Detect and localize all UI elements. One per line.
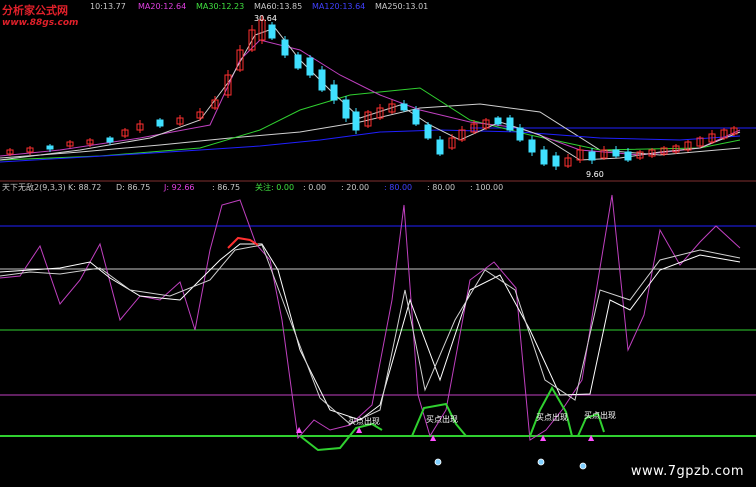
candle-body	[330, 84, 338, 101]
candle-body	[400, 103, 408, 111]
indicator-item-1: D: 86.75	[116, 183, 151, 192]
candle-body	[506, 117, 514, 131]
up-arrow-icon: ▲	[430, 433, 437, 442]
candle-body	[552, 155, 560, 167]
site-logo: 分析家公式网 www.88gs.com	[2, 2, 78, 28]
candle-body	[106, 137, 114, 143]
candle-body	[342, 99, 350, 119]
high-price-label: 30.64	[254, 14, 277, 23]
candle-body	[528, 139, 536, 153]
ma-item-1: MA20:12.64	[138, 2, 187, 11]
indicator-item-2: J: 92.66	[164, 183, 195, 192]
up-arrow-icon: ▲	[588, 433, 595, 442]
dot-marker-icon	[434, 458, 442, 466]
up-arrow-icon: ▲	[540, 433, 547, 442]
up-arrow-icon: ▲	[356, 425, 363, 434]
ma-item-3: MA60:13.85	[254, 2, 303, 11]
indicator-item-5: : 0.00	[303, 183, 327, 192]
up-arrow-icon: ▲	[296, 425, 303, 434]
indicator-item-0: K: 88.72	[68, 183, 102, 192]
indicator-item-6: : 20.00	[341, 183, 370, 192]
candle-body	[268, 24, 276, 39]
d-line	[0, 243, 741, 421]
ma-item-2: MA30:12.23	[196, 2, 245, 11]
indicator-item-4: 关注: 0.00	[255, 183, 295, 192]
logo-url: www.88gs.com	[2, 18, 79, 28]
dot-marker-icon	[537, 458, 545, 466]
j-line	[0, 194, 741, 441]
dot-marker-icon	[579, 462, 587, 470]
indicator-item-9: : 100.00	[470, 183, 504, 192]
logo-title: 分析家公式网	[2, 4, 68, 17]
signal-label-2: 买点出现	[426, 414, 458, 424]
candle-body	[352, 111, 360, 131]
candle-body	[306, 57, 314, 76]
candle-body	[624, 151, 632, 161]
ma-item-4: MA120:13.64	[312, 2, 366, 11]
candle-body	[612, 149, 620, 157]
candle-body	[540, 149, 548, 165]
chart-canvas: 买点出现 买点出现 买点出现 买点出现▲▲ ▲ ▲▲	[0, 15, 756, 470]
candle-body	[294, 54, 302, 69]
candle-body	[516, 127, 524, 141]
indicator-item-8: : 80.00	[427, 183, 456, 192]
signal-label-3: 买点出现	[536, 412, 568, 422]
indicator-name: 天下无敌2(9,3,3)	[2, 183, 66, 192]
low-price-label: 9.60	[586, 170, 604, 179]
signal-label-4: 买点出现	[584, 410, 616, 420]
candle-body	[424, 124, 432, 139]
candle-body	[46, 145, 54, 150]
candle-body	[318, 69, 326, 91]
indicator-item-7: : 80.00	[384, 183, 413, 192]
site-watermark: www.7gpzb.com	[630, 464, 744, 479]
k-line	[0, 244, 741, 425]
candle-body	[588, 151, 596, 161]
candle-body	[281, 39, 289, 56]
indicator-item-3: : 86.75	[212, 183, 241, 192]
candle-body	[156, 119, 164, 127]
candle-body	[412, 109, 420, 125]
signal-label-1: 买点出现	[348, 416, 380, 426]
candle-body	[436, 139, 444, 155]
candle-body	[494, 117, 502, 125]
ma-item-5: MA250:13.01	[375, 2, 429, 11]
ma-item-0: 10:13.77	[90, 2, 126, 11]
